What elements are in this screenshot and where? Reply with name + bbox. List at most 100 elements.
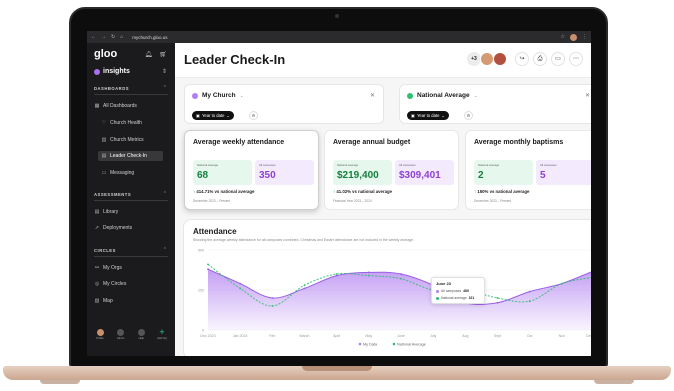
arrow-up-icon: ↑ xyxy=(193,189,196,194)
data-point-national-average xyxy=(528,300,531,303)
sidebar-item-messaging[interactable]: ▭ Messaging xyxy=(101,168,135,178)
clipboard-icon: ▤ xyxy=(101,153,107,159)
close-icon[interactable]: ✕ xyxy=(370,92,375,99)
sidebar-item-church-metrics[interactable]: ▥ Church Metrics xyxy=(101,135,144,145)
filter-card-my-church: My Church ⌄ ✕ ▣ Year to date ⌄ ⚙ xyxy=(184,84,384,124)
section-circles: CIRCLES xyxy=(94,248,116,253)
share-button[interactable]: ↪ xyxy=(515,52,529,66)
avatar[interactable] xyxy=(493,52,507,66)
x-tick-label: Dec 2023 xyxy=(200,334,215,338)
more-button[interactable]: ⋯ xyxy=(569,52,583,66)
divider xyxy=(94,256,168,257)
data-point-national-average xyxy=(303,284,306,287)
sidebar-item-my-orgs[interactable]: ⚯ My Orgs xyxy=(94,263,122,273)
sidebar-item-leader-check-in[interactable]: ▤ Leader Check-In xyxy=(98,151,163,161)
data-point-my-data xyxy=(207,268,209,271)
back-icon[interactable]: ← xyxy=(91,34,96,40)
legend-swatch xyxy=(358,342,362,346)
filter-label[interactable]: My Church xyxy=(202,92,236,99)
chevron-down-icon[interactable]: ⌄ xyxy=(474,93,478,99)
chat-icon: ▭ xyxy=(101,170,107,176)
all-campuses-box: All campuses 350 xyxy=(255,160,314,185)
x-tick-label: Dec 2024 xyxy=(586,334,591,338)
all-campuses-box: All campuses $309,401 xyxy=(395,160,454,185)
x-tick-label: April xyxy=(333,334,340,338)
menu-icon[interactable]: ⋮ xyxy=(582,34,587,40)
star-icon[interactable]: ☆ xyxy=(561,34,565,40)
legend-dot xyxy=(436,296,439,300)
chevron-up-icon[interactable]: ⌃ xyxy=(163,247,167,253)
data-point-national-average xyxy=(367,274,370,277)
top-bar: Leader Check-In +3 ↪ ⎙ ▭ ⋯ xyxy=(175,43,591,78)
library-icon: ▤ xyxy=(94,209,100,215)
avatar[interactable] xyxy=(480,52,494,66)
data-point-national-average xyxy=(207,263,209,266)
help-button[interactable]: Help xyxy=(133,329,149,340)
sidebar-item-church-health[interactable]: ♡ Church Health xyxy=(101,118,142,128)
org-icon: ⚯ xyxy=(94,265,100,271)
main-content: Leader Check-In +3 ↪ ⎙ ▭ ⋯ My Church ⌄ ✕… xyxy=(175,43,591,356)
all-campuses-box: All campuses 5 xyxy=(536,160,591,185)
date-note: Financial Year 2023 – 2024 xyxy=(333,199,372,203)
chevron-up-icon[interactable]: ⌃ xyxy=(163,191,167,197)
chevron-down-icon: ⌄ xyxy=(441,113,445,118)
chevron-up-icon[interactable]: ⌃ xyxy=(163,85,167,91)
sidebar-footer: Profile Admin Help + Add Org xyxy=(92,328,170,341)
data-point-national-average xyxy=(560,282,563,285)
color-dot xyxy=(407,92,413,99)
sidebar-item-deployments[interactable]: ➚ Deployments xyxy=(94,223,132,233)
date-range-dropdown[interactable]: ▣ Year to date ⌄ xyxy=(192,111,234,120)
x-tick-label: June xyxy=(397,334,405,338)
admin-button[interactable]: Admin xyxy=(113,329,129,340)
x-tick-label: Nov xyxy=(559,334,566,338)
map-icon: ▧ xyxy=(94,298,100,304)
browser-bar: ← → ↻ ⌂ mychurch.gloo.us ☆ ⋮ xyxy=(87,31,591,43)
stat-card-budget[interactable]: Average annual budget National average $… xyxy=(324,130,459,210)
date-range-dropdown[interactable]: ▣ Year to date ⌄ xyxy=(407,111,449,120)
settings-icon[interactable]: ⚙ xyxy=(249,111,258,120)
x-tick-label: Oct xyxy=(527,334,533,338)
circles-icon: ◎ xyxy=(94,281,100,287)
sidebar-item-all-dashboards[interactable]: ▦ All Dashboards xyxy=(94,101,137,111)
address-bar[interactable]: mychurch.gloo.us xyxy=(132,35,167,40)
laptop-foot xyxy=(40,380,80,384)
chart-tooltip: June 23 All campuses 489 National averag… xyxy=(431,277,485,304)
legend-dot xyxy=(436,289,439,293)
app-switcher[interactable]: insights xyxy=(94,68,130,75)
stat-card-attendance[interactable]: Average weekly attendance National avera… xyxy=(184,130,319,210)
print-button[interactable]: ⎙ xyxy=(533,52,547,66)
laptop-notch xyxy=(302,366,372,371)
present-button[interactable]: ▭ xyxy=(551,52,565,66)
profile-button[interactable]: Profile xyxy=(92,329,108,340)
data-point-my-data xyxy=(367,271,370,274)
switch-icon[interactable]: ⇕ xyxy=(162,68,167,75)
legend-label: My Data xyxy=(363,342,378,346)
home-icon[interactable]: ⌂ xyxy=(120,34,123,40)
sidebar-item-map[interactable]: ▧ Map xyxy=(94,296,113,306)
section-dashboards: DASHBOARDS xyxy=(94,86,130,91)
date-note: December 2023 – Present xyxy=(193,199,231,203)
cart-icon[interactable]: 🛒︎ xyxy=(159,51,167,58)
lock-icon xyxy=(117,329,125,336)
settings-icon[interactable]: ⚙ xyxy=(464,111,473,120)
attendance-chart[interactable]: 0 250 500 Dec 2023 Jan 2024 Feb March April May J… xyxy=(184,220,591,356)
sidebar-item-library[interactable]: ▤ Library xyxy=(94,207,119,217)
forward-icon[interactable]: → xyxy=(101,34,106,40)
camera xyxy=(335,14,339,18)
add-org-button[interactable]: + Add Org xyxy=(154,328,170,341)
page-title: Leader Check-In xyxy=(184,52,286,67)
more-members-badge[interactable]: +3 xyxy=(467,52,481,66)
comparison: ↑ 41.02% vs national average xyxy=(333,189,393,194)
reload-icon[interactable]: ↻ xyxy=(111,34,115,40)
filter-label[interactable]: National Average xyxy=(417,92,470,99)
heart-icon: ♡ xyxy=(101,120,107,126)
chevron-down-icon[interactable]: ⌄ xyxy=(240,93,244,99)
logo[interactable]: gloo xyxy=(94,48,117,60)
close-icon[interactable]: ✕ xyxy=(585,92,590,99)
bell-icon[interactable]: 🔔︎ xyxy=(145,51,153,58)
data-point-national-average xyxy=(400,277,402,280)
section-assessments: ASSESSMENTS xyxy=(94,192,132,197)
stat-card-baptisms[interactable]: Average monthly baptisms National averag… xyxy=(465,130,591,210)
sidebar-item-my-circles[interactable]: ◎ My Circles xyxy=(94,279,127,289)
profile-avatar[interactable] xyxy=(570,33,577,41)
